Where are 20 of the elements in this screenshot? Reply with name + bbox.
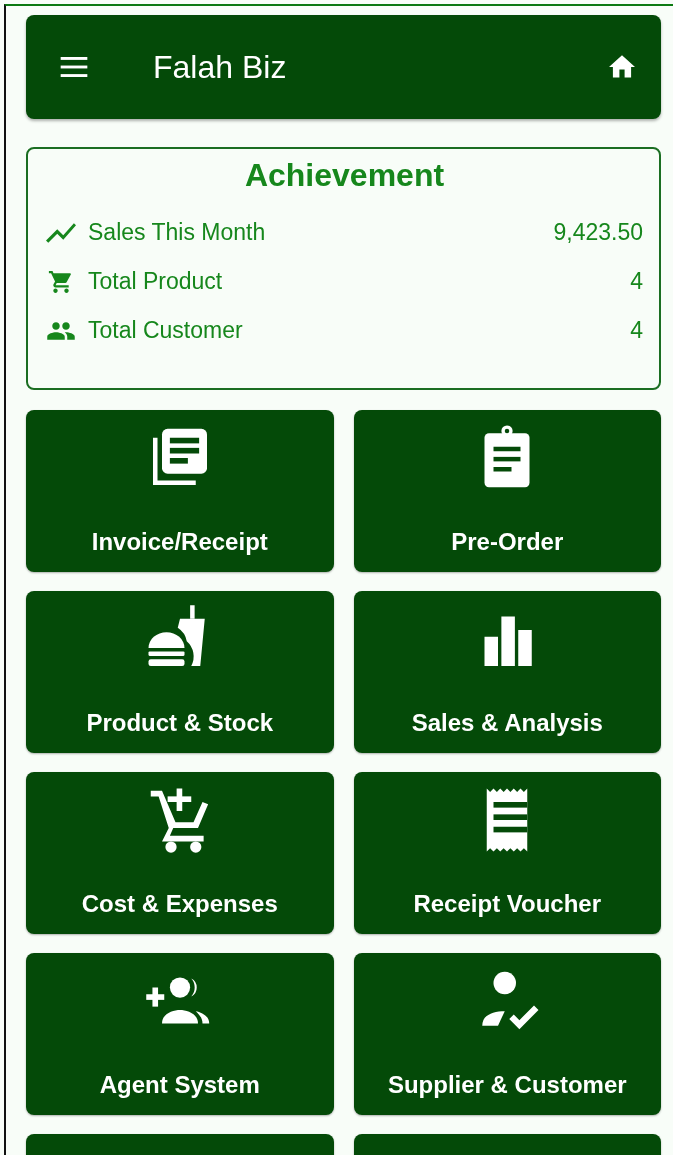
app-title: Falah Biz	[153, 48, 288, 86]
menu-tile[interactable]: Invoice/Receipt	[26, 410, 334, 572]
stat-label: Total Product	[88, 268, 224, 295]
menu-tile[interactable]: Sales & Analysis	[353, 591, 661, 753]
menu-icon[interactable]	[60, 57, 88, 77]
stat-value: 4	[630, 268, 643, 295]
stat-label: Total Customer	[88, 317, 244, 344]
stat-value: 9,423.50	[553, 219, 643, 246]
menu-tile[interactable]: Supplier & Customer	[353, 953, 661, 1115]
menu-tile[interactable]: Cost & Expenses	[26, 772, 334, 934]
menu-tile[interactable]: Pre-Order	[353, 410, 661, 572]
menu-tile[interactable]: Product & Stock	[26, 591, 334, 753]
card-title: Achievement	[243, 157, 446, 194]
trend-icon	[46, 221, 76, 244]
menu-tile[interactable]: Receipt Voucher	[353, 772, 661, 934]
stat-label: Sales This Month	[88, 219, 267, 246]
stat-value: 4	[630, 317, 643, 344]
menu-tile[interactable]: Agent System	[26, 953, 334, 1115]
home-icon[interactable]	[609, 55, 635, 79]
people-icon	[46, 319, 76, 342]
